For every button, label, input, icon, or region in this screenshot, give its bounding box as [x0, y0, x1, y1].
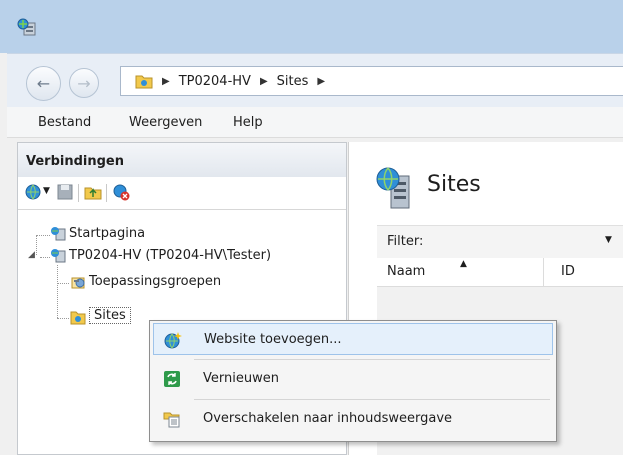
folder-up-icon[interactable] — [84, 183, 102, 201]
connections-header: Verbindingen — [18, 143, 346, 178]
sort-ascending-icon: ▲ — [460, 259, 467, 269]
back-button[interactable]: ← — [26, 66, 61, 101]
menu-separator — [194, 359, 550, 360]
menu-item-inhoudsweergave[interactable]: Overschakelen naar inhoudsweergave — [153, 403, 553, 435]
tree-connector — [57, 283, 69, 284]
server-icon — [51, 249, 66, 263]
iis-app-icon — [17, 18, 36, 36]
arrow-left-icon: ← — [36, 74, 51, 93]
app-pools-icon — [71, 277, 85, 289]
breadcrumb-server[interactable]: TP0204-HV — [179, 74, 251, 89]
page-title: Sites — [427, 172, 481, 197]
window-title-bar[interactable] — [0, 0, 623, 53]
column-divider[interactable] — [543, 258, 544, 286]
tree-connector — [57, 265, 58, 318]
filter-bar: Filter: ▼ — [377, 225, 623, 259]
column-header-naam[interactable]: Naam — [387, 264, 425, 279]
start-page-icon — [51, 227, 66, 241]
arrow-right-icon: → — [77, 73, 91, 93]
breadcrumb-arrow-icon[interactable]: ▶ — [162, 76, 170, 87]
sites-server-icon — [376, 167, 410, 209]
tree-item-startpagina[interactable]: Startpagina — [69, 226, 145, 241]
add-website-icon — [164, 332, 182, 349]
toolbar-separator — [78, 184, 79, 202]
menu-weergeven[interactable]: Weergeven — [129, 115, 202, 130]
navigation-bar: ← → ▶ TP0204-HV ▶ Sites ▶ — [7, 53, 623, 108]
grid-header: Naam ▲ ID — [377, 258, 623, 287]
breadcrumb-sites[interactable]: Sites — [277, 74, 309, 89]
tree-connector — [36, 235, 50, 236]
tree-item-server[interactable]: TP0204-HV (TP0204-HV\Tester) — [69, 248, 271, 263]
breadcrumb-arrow-icon[interactable]: ▶ — [317, 76, 325, 87]
content-view-icon — [163, 412, 180, 428]
tree-connector — [57, 318, 69, 319]
menu-item-website-toevoegen[interactable]: Website toevoegen... — [153, 323, 553, 355]
tree-item-sites[interactable]: Sites — [89, 307, 131, 324]
forward-button[interactable]: → — [69, 68, 99, 98]
menu-bestand[interactable]: Bestand — [38, 115, 91, 130]
menu-separator — [194, 399, 550, 400]
refresh-icon — [164, 371, 180, 387]
save-icon[interactable] — [56, 183, 74, 201]
menu-item-vernieuwen[interactable]: Vernieuwen — [153, 363, 553, 395]
connect-globe-icon[interactable] — [24, 183, 42, 201]
menu-item-label: Overschakelen naar inhoudsweergave — [203, 411, 453, 426]
menu-help[interactable]: Help — [233, 115, 263, 130]
disconnect-icon[interactable] — [112, 183, 130, 201]
tree-connector — [36, 235, 37, 255]
connections-title: Verbindingen — [26, 154, 124, 169]
menu-item-label: Vernieuwen — [203, 371, 279, 386]
tree-collapse-icon[interactable]: ◢ — [28, 250, 35, 260]
address-bar[interactable]: ▶ TP0204-HV ▶ Sites ▶ — [120, 66, 623, 96]
connections-toolbar: ▼ — [18, 177, 346, 210]
tree-item-toepassingsgroepen[interactable]: Toepassingsgroepen — [89, 274, 221, 289]
tree-connector — [40, 257, 50, 258]
breadcrumb-arrow-icon[interactable]: ▶ — [260, 76, 268, 87]
context-menu: Website toevoegen... Vernieuwen Overscha… — [149, 320, 557, 442]
toolbar-separator — [106, 184, 107, 202]
dropdown-arrow-icon[interactable]: ▼ — [43, 186, 50, 196]
filter-label: Filter: — [387, 234, 424, 249]
menu-item-label: Website toevoegen... — [204, 332, 342, 347]
menu-bar: Bestand Weergeven Help — [7, 107, 623, 138]
sites-folder-icon — [70, 311, 86, 325]
column-header-id[interactable]: ID — [561, 264, 575, 279]
filter-input[interactable] — [431, 231, 616, 252]
filter-dropdown-arrow-icon[interactable]: ▼ — [605, 235, 612, 245]
sites-folder-icon — [135, 75, 153, 89]
